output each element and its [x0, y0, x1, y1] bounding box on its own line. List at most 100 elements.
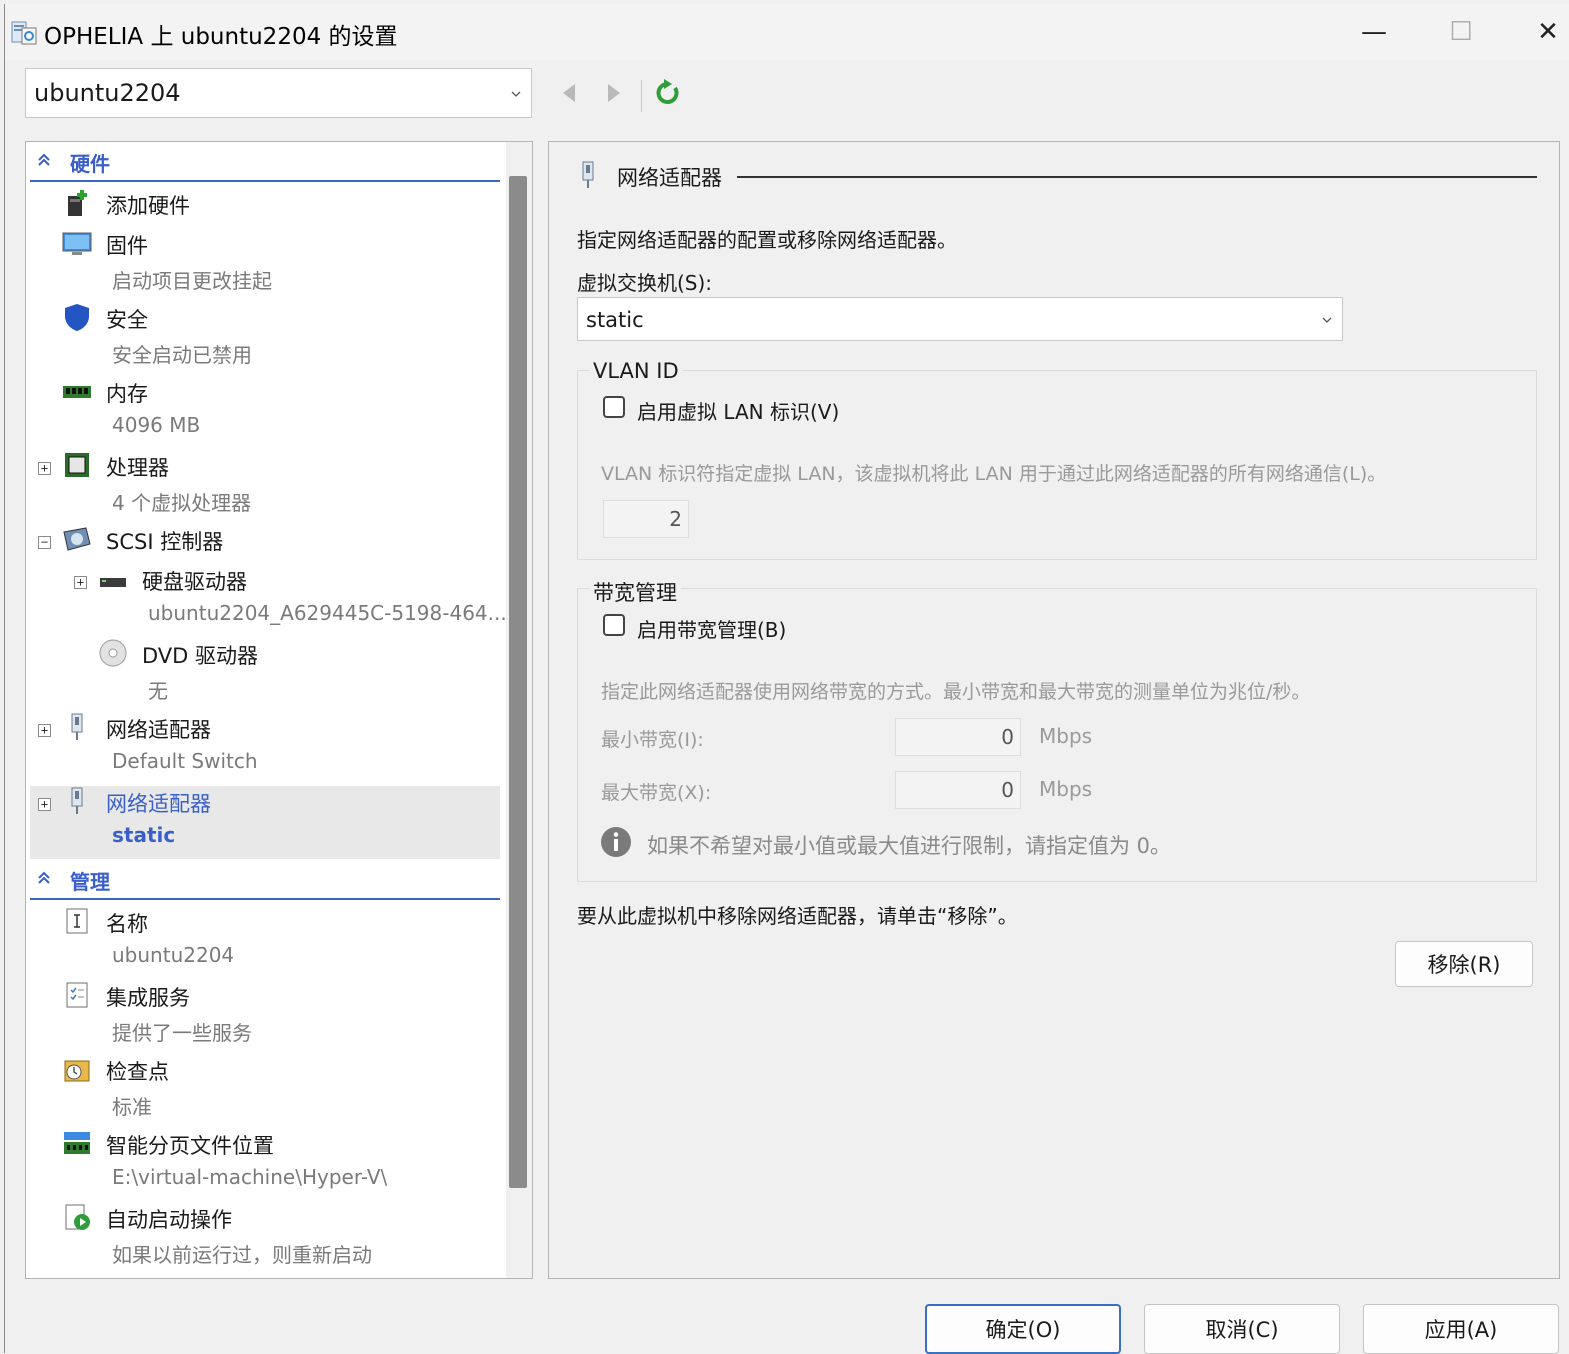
tree-item-scsi-controller[interactable]: SCSI 控制器	[62, 522, 492, 556]
bandwidth-hint: 指定此网络适配器使用网络带宽的方式。最小带宽和最大带宽的测量单位为兆位/秒。	[601, 681, 1311, 703]
bandwidth-enable-label[interactable]: 启用带宽管理(B)	[637, 614, 786, 643]
collapse-scsi-button[interactable]: −	[38, 536, 51, 549]
back-button[interactable]	[557, 80, 583, 106]
tree-item-label: 硬盘驱动器	[142, 570, 247, 594]
collapse-chevron-icon	[38, 871, 50, 884]
apply-button-label: 应用(A)	[1424, 1318, 1498, 1342]
tree-item-sub: 4 个虚拟处理器	[112, 491, 252, 515]
vlan-enable-label[interactable]: 启用虚拟 LAN 标识(V)	[637, 396, 839, 425]
tree-item-smart-paging[interactable]: 智能分页文件位置 E:\virtual-machine\Hyper-V\	[62, 1126, 492, 1194]
tree-item-label: 检查点	[106, 1060, 169, 1084]
tree-item-network-adapter-default[interactable]: 网络适配器 Default Switch	[62, 710, 492, 778]
tree-item-firmware[interactable]: 固件 启动项目更改挂起	[62, 226, 492, 294]
management-section-header[interactable]: 管理	[30, 860, 500, 900]
expand-network-adapter-1-button[interactable]: +	[38, 724, 51, 737]
close-button[interactable]: ✕	[1504, 4, 1569, 60]
max-bandwidth-label: 最大带宽(X):	[601, 782, 712, 804]
remove-button[interactable]: 移除(R)	[1395, 941, 1533, 987]
min-bandwidth-input[interactable]: 0	[895, 718, 1021, 756]
add-hardware-icon	[68, 190, 87, 216]
tree-item-sub: static	[112, 823, 176, 847]
virtual-switch-label: 虚拟交换机(S):	[577, 271, 713, 295]
forward-button[interactable]	[600, 80, 626, 106]
expand-network-adapter-2-button[interactable]: +	[38, 798, 51, 811]
tree-item-label: 添加硬件	[106, 194, 190, 218]
tree-item-memory[interactable]: 内存 4096 MB	[62, 374, 492, 442]
minimize-button[interactable]: —	[1330, 4, 1418, 60]
tree-item-label: 自动启动操作	[106, 1208, 232, 1232]
refresh-button[interactable]	[653, 78, 683, 108]
tree-item-label: SCSI 控制器	[106, 530, 224, 554]
chevron-down-icon	[1322, 317, 1332, 323]
min-bandwidth-label: 最小带宽(I):	[601, 729, 704, 751]
panel-title-rule	[737, 176, 1537, 178]
vm-select[interactable]: ubuntu2204	[25, 68, 532, 118]
network-adapter-icon	[71, 787, 83, 814]
settings-tree: 硬件 添加硬件 固件 启动项目更改挂起 安全 安全启动已禁用 内存 4096 M…	[25, 141, 533, 1279]
tree-item-sub: 标准	[112, 1095, 152, 1119]
tree-item-sub: ubuntu2204	[112, 943, 235, 967]
title-bar: OPHELIA 上 ubuntu2204 的设置 — ☐ ✕	[5, 4, 1569, 60]
tree-item-add-hardware[interactable]: 添加硬件	[62, 186, 492, 220]
checkpoint-icon	[64, 1060, 90, 1082]
max-bandwidth-input[interactable]: 0	[895, 771, 1021, 809]
ok-button[interactable]: 确定(O)	[925, 1304, 1121, 1354]
virtual-switch-select[interactable]: static	[577, 297, 1343, 341]
shield-icon	[65, 304, 89, 331]
remove-button-label: 移除(R)	[1427, 953, 1501, 977]
panel-description: 指定网络适配器的配置或移除网络适配器。	[577, 228, 957, 252]
tree-item-security[interactable]: 安全 安全启动已禁用	[62, 300, 492, 368]
maximize-button[interactable]: ☐	[1417, 4, 1505, 60]
network-adapter-icon	[582, 161, 594, 188]
integration-services-icon	[66, 982, 88, 1008]
expand-hard-disk-button[interactable]: +	[74, 576, 87, 589]
tree-item-integration-services[interactable]: 集成服务 提供了一些服务	[62, 978, 492, 1046]
tree-item-sub: 启动项目更改挂起	[112, 269, 272, 293]
memory-icon	[63, 386, 91, 398]
tree-item-sub: Default Switch	[112, 749, 258, 773]
tree-item-sub: 无	[148, 679, 168, 703]
expand-processor-button[interactable]: +	[38, 462, 51, 475]
tree-item-name[interactable]: 名称 ubuntu2204	[62, 904, 492, 972]
vlan-enable-checkbox[interactable]	[603, 396, 625, 418]
tree-item-hard-disk[interactable]: 硬盘驱动器 ubuntu2204_A629445C-5198-464...	[98, 562, 507, 630]
tree-item-label: 集成服务	[106, 986, 190, 1010]
hard-disk-icon	[100, 578, 126, 587]
network-adapter-icon	[71, 713, 83, 740]
forward-arrow-icon	[608, 84, 620, 102]
tree-item-checkpoints[interactable]: 检查点 标准	[62, 1052, 492, 1120]
tree-item-label: 固件	[106, 234, 148, 258]
settings-window: OPHELIA 上 ubuntu2204 的设置 — ☐ ✕ ubuntu220…	[4, 4, 1569, 1354]
minimize-icon: —	[1361, 17, 1387, 47]
tree-item-dvd-drive[interactable]: DVD 驱动器 无	[98, 636, 498, 704]
cancel-button[interactable]: 取消(C)	[1144, 1304, 1340, 1354]
tree-item-auto-start[interactable]: 自动启动操作 如果以前运行过，则重新启动	[62, 1200, 492, 1268]
vlan-group-title: VLAN ID	[589, 359, 683, 383]
tree-item-label: 处理器	[106, 456, 169, 480]
settings-panel: 网络适配器 指定网络适配器的配置或移除网络适配器。 虚拟交换机(S): stat…	[548, 141, 1560, 1279]
tree-item-network-adapter-static[interactable]: 网络适配器 static	[62, 784, 492, 852]
tree-item-sub: ubuntu2204_A629445C-5198-464...	[148, 601, 507, 625]
hardware-section-header[interactable]: 硬件	[30, 142, 500, 182]
ok-button-label: 确定(O)	[985, 1318, 1061, 1342]
tree-item-processor[interactable]: 处理器 4 个虚拟处理器	[62, 448, 492, 516]
info-icon	[601, 827, 631, 857]
tree-item-label: 内存	[106, 382, 148, 406]
max-bandwidth-value: 0	[1001, 778, 1014, 802]
bandwidth-info: 如果不希望对最小值或最大值进行限制，请指定值为 0。	[647, 834, 1172, 858]
tree-item-label: 安全	[106, 308, 148, 332]
min-bandwidth-unit: Mbps	[1039, 724, 1093, 748]
scsi-controller-icon	[63, 527, 91, 551]
tree-item-label: 名称	[106, 912, 148, 936]
monitor-icon	[62, 232, 92, 255]
bandwidth-enable-checkbox[interactable]	[603, 614, 625, 636]
vlan-id-input[interactable]: 2	[603, 500, 689, 538]
vlan-id-value: 2	[669, 507, 682, 531]
tree-item-label: DVD 驱动器	[142, 644, 259, 668]
vm-select-value: ubuntu2204	[34, 79, 181, 107]
tree-scrollbar-thumb[interactable]	[509, 176, 527, 1188]
tree-item-sub: 提供了一些服务	[112, 1021, 252, 1045]
tree-item-label: 网络适配器	[106, 792, 211, 816]
tree-item-sub: E:\virtual-machine\Hyper-V\	[112, 1165, 388, 1189]
apply-button[interactable]: 应用(A)	[1363, 1304, 1559, 1354]
